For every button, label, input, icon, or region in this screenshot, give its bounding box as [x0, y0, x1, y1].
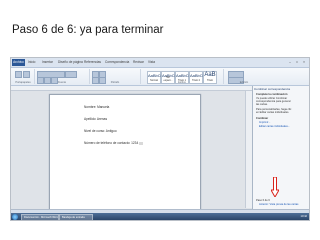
word-screenshot: Archivo Inicio Insertar Diseño de página… — [10, 57, 310, 221]
group-label: Portapapeles — [15, 81, 31, 84]
mail-merge-pane: Combinar correspondencia Complete la com… — [252, 86, 309, 209]
merge-field-line: Apellido: Arenas — [84, 117, 107, 121]
slide-title: Paso 6 de 6: ya para terminar — [12, 24, 164, 36]
taskbar-clock: 10:42 — [300, 215, 308, 218]
tab-review[interactable]: Revisar — [133, 59, 144, 66]
edit-letters-link[interactable]: Editar cartas individuales... — [259, 125, 290, 128]
vertical-scrollbar[interactable] — [245, 91, 252, 208]
windows-taskbar: Documento1 - Microsoft Word Bandeja de e… — [11, 213, 309, 220]
group-clipboard: Portapapeles — [12, 69, 35, 84]
pane-subheading: Combinar — [256, 117, 269, 120]
document-page[interactable]: Nombre: Manuela Apellido: Arenas Nivel d… — [49, 94, 201, 210]
group-font: Fuente — [35, 69, 90, 84]
merge-field-line: Nombre: Manuela — [84, 105, 109, 109]
pane-text: las cartas. — [256, 103, 268, 106]
field-text: Nombre: Manuela — [84, 105, 110, 109]
group-label: Fuente — [57, 81, 67, 84]
pane-heading: Complete la combinación — [256, 93, 288, 96]
field-highlight — [139, 141, 144, 145]
minimize-icon[interactable]: – — [287, 59, 293, 65]
tab-file[interactable]: Archivo — [12, 59, 25, 66]
font-size-select[interactable] — [65, 71, 77, 78]
style-sample: AaBbCc — [190, 73, 205, 78]
maximize-icon[interactable]: □ — [294, 59, 300, 65]
window-controls: – □ × — [287, 59, 307, 65]
style-sample: AaB — [204, 72, 216, 78]
ribbon: Portapapeles Fuente Párrafo AaBbCcDc Nor… — [11, 68, 309, 86]
tab-references[interactable]: Referencias — [84, 59, 101, 66]
ribbon-tab-bar: Archivo Inicio Insertar Diseño de página… — [11, 58, 309, 68]
cut-icon[interactable] — [23, 71, 30, 78]
tab-mailings[interactable]: Correspondencia — [105, 59, 129, 66]
red-arrow-icon — [271, 177, 279, 197]
print-link[interactable]: Imprimir... — [259, 121, 270, 124]
merge-field-line: Número de teléfono de contacto: 1234 — [84, 141, 144, 145]
group-editing: Edición — [224, 69, 264, 84]
style-sample: AaBbCc — [176, 73, 191, 78]
group-label: Edición — [239, 81, 249, 84]
field-text: Apellido: Arenas — [84, 117, 108, 121]
tab-insert[interactable]: Insertar — [42, 59, 53, 66]
close-icon[interactable]: × — [301, 59, 307, 65]
ruler — [11, 86, 253, 91]
taskbar-item[interactable]: Bandeja de entrada — [59, 214, 93, 220]
paste-icon[interactable] — [15, 71, 22, 78]
tab-page-layout[interactable]: Diseño de página — [58, 59, 83, 66]
group-label: Estilos — [178, 81, 186, 84]
pane-title: Combinar correspondencia — [254, 87, 291, 91]
pane-text: en Editar cartas individuales. — [256, 111, 290, 114]
group-styles: AaBbCcDc Normal AaBbCcDc Sin espaci... A… — [141, 69, 224, 84]
tab-home[interactable]: Inicio — [28, 59, 35, 66]
field-text: Nivel de curso: Antiguo — [84, 129, 117, 133]
pane-step-indicator: Paso 6 de 6 — [256, 199, 270, 202]
merge-field-line: Nivel de curso: Antiguo — [84, 129, 117, 133]
group-paragraph: Párrafo — [90, 69, 141, 84]
previous-step-link[interactable]: Anterior: Vista previa de las cartas — [259, 203, 298, 206]
field-text: Número de teléfono de contacto: 1234 — [84, 141, 139, 145]
start-button-icon[interactable] — [12, 213, 18, 220]
group-label: Párrafo — [110, 81, 120, 84]
taskbar-item[interactable]: Documento1 - Microsoft Word — [21, 214, 59, 220]
style-sample: AaBbCcDc — [148, 73, 168, 78]
tab-view[interactable]: Vista — [148, 59, 155, 66]
